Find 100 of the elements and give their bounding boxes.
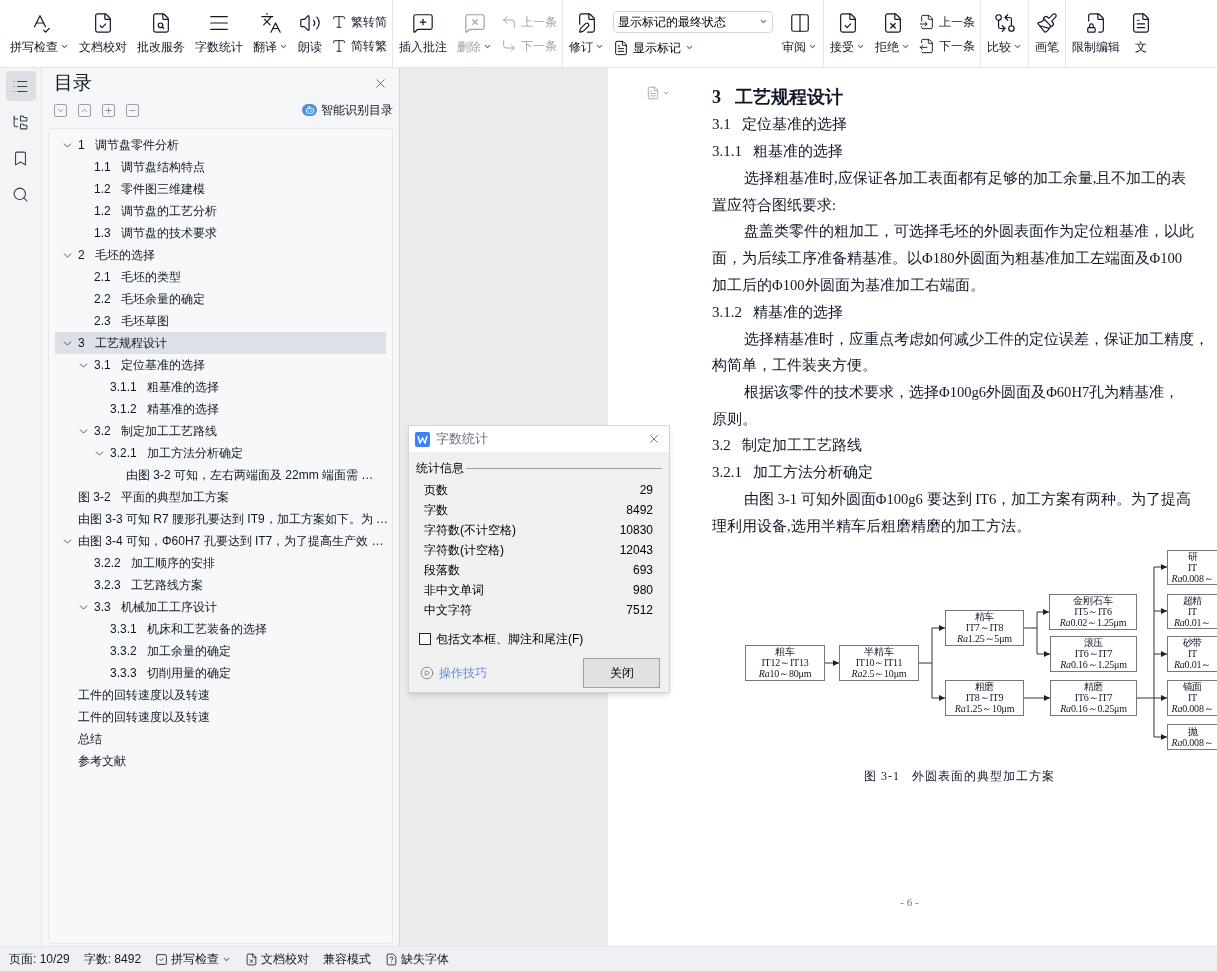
toc-item[interactable]: 1 调节盘零件分析 (55, 134, 386, 156)
toc-item[interactable]: 1.2 零件图三维建模 (55, 178, 386, 200)
toolbar-button[interactable]: 比较 (982, 4, 1027, 63)
toc-item[interactable]: 总结 (55, 728, 386, 750)
toolbar-button[interactable]: 画笔 (1030, 4, 1064, 63)
toc-item[interactable]: 3.3.1 机床和工艺装备的选择 (55, 618, 386, 640)
toc-item[interactable]: 1.2 调节盘的工艺分析 (55, 200, 386, 222)
dialog-title: 字数统计 (436, 430, 488, 448)
checkbox-icon (155, 952, 169, 966)
toc-item[interactable]: 3.3.2 加工余量的确定 (55, 640, 386, 662)
toolbar-button[interactable]: 拒绝 (870, 4, 915, 63)
panel-icon (788, 11, 811, 34)
toc-item[interactable]: 3.2.3 工艺路线方案 (55, 574, 386, 596)
process-box: 粗车 IT12～IT13 Ra10～80μm (745, 644, 825, 681)
status-button[interactable]: 拼写检查 (155, 950, 232, 968)
status-button[interactable]: 缺失字体 (385, 950, 450, 968)
document-icon[interactable] (646, 86, 660, 100)
toolbar-button[interactable]: 文档校对 (74, 4, 132, 63)
caret-icon (685, 43, 694, 52)
panel-title: 目录 (54, 70, 92, 95)
toc-item[interactable]: 3.3.3 切削用量的确定 (55, 662, 386, 684)
toc-item[interactable]: 3.1.1 粗基准的选择 (55, 376, 386, 398)
caret-icon (856, 42, 865, 51)
toolbar-button[interactable]: 字数统计 (190, 4, 248, 63)
document-lock-icon (1085, 11, 1107, 34)
toc-item[interactable]: 2 毛坯的选择 (55, 244, 386, 266)
comment-delete-icon (463, 11, 486, 34)
toc-item[interactable]: 3.2 制定加工工艺路线 (55, 420, 386, 442)
toc-item[interactable]: 2.1 毛坯的类型 (55, 266, 386, 288)
sidebar-tab[interactable] (5, 71, 36, 101)
status-button[interactable]: 文档校对 (245, 950, 310, 968)
toc-tool-button[interactable] (102, 103, 115, 117)
toc-item[interactable]: 3.1.2 精基准的选择 (55, 398, 386, 420)
status-text: 页面: 10/29 (9, 951, 70, 968)
include-checkbox[interactable]: 包括文本框、脚注和尾注(F) (409, 630, 669, 648)
process-box: 超精 IT Ra0.01～ (1167, 593, 1217, 629)
toolbar-button[interactable]: 文 (1125, 4, 1157, 63)
stat-label: 页数 (424, 482, 448, 499)
toc-item[interactable]: 2.2 毛坯余量的确定 (55, 288, 386, 310)
document-icon (1130, 11, 1152, 34)
caret-icon (1013, 42, 1022, 51)
caret-icon[interactable] (662, 89, 670, 97)
toolbar-button[interactable]: 翻译 (248, 4, 293, 63)
stat-value: 29 (639, 482, 653, 499)
toolbar-button[interactable]: 朗读 (293, 4, 327, 63)
toolbar-button[interactable]: 拼写检查 (5, 4, 74, 63)
toolbar-button[interactable]: 简转繁 (331, 36, 387, 55)
toolbar-button[interactable]: 繁转简 (331, 12, 387, 31)
toc-item[interactable]: 3.2.1 加工方法分析确定 (55, 442, 386, 464)
figure-caption: 图 3-1 外圆表面的典型加工方案 (864, 767, 1055, 785)
toc-item[interactable]: 3 工艺规程设计 (55, 332, 386, 354)
toolbar-button[interactable]: 修订 (564, 4, 609, 63)
toolbar-button[interactable]: 显示标记 (613, 38, 773, 57)
caret-icon (279, 42, 288, 51)
toc-item[interactable]: 参考文献 (55, 750, 386, 772)
toolbar-button[interactable]: 批改服务 (132, 4, 190, 63)
app-logo-icon (415, 431, 430, 447)
toc-item[interactable]: 1.3 调节盘的技术要求 (55, 222, 386, 244)
toc-item[interactable]: 由图 3-4 可知，Φ60H7 孔要达到 IT7，为了提高生产效 … (55, 530, 386, 552)
toc-item[interactable]: 2.3 毛坯草图 (55, 310, 386, 332)
stat-value: 12043 (619, 542, 653, 559)
document-check-icon (92, 11, 114, 34)
heading: 3.2 制定加工工艺路线 (712, 436, 863, 456)
toc-tool-button[interactable] (54, 103, 67, 117)
text-icon (331, 13, 347, 30)
play-icon (420, 666, 434, 680)
toolbar-button[interactable]: 下一条 (919, 36, 975, 55)
process-box: 研 IT Ra0.008～ (1167, 549, 1217, 585)
toc-tool-button[interactable] (78, 103, 91, 117)
smart-toc-button[interactable]: 智能识别目录 (302, 101, 393, 119)
toc-item[interactable]: 3.3 机械加工工序设计 (55, 596, 386, 618)
paintbrush-icon (1036, 11, 1058, 34)
toc-item[interactable]: 3.1 定位基准的选择 (55, 354, 386, 376)
toc-item[interactable]: 由图 3-2 可知，左右两端面及 22mm 端面需 … (55, 464, 386, 486)
process-box: 精磨 IT6～IT7 Ra0.16～0.25μm (1050, 679, 1137, 716)
document-icon (613, 39, 629, 56)
close-button[interactable]: 关闭 (583, 658, 660, 688)
translate-icon (259, 11, 282, 34)
close-icon[interactable] (647, 432, 661, 446)
caret-icon (759, 17, 768, 26)
toolbar-button[interactable]: 接受 (825, 4, 870, 63)
arrow-icon (501, 37, 517, 54)
toc-item[interactable]: 1.1 调节盘结构特点 (55, 156, 386, 178)
caret-icon (808, 42, 817, 51)
process-box: 滚压 IT6～IT7 Ra0.16～1.25μm (1050, 635, 1137, 672)
toc-tool-button[interactable] (126, 103, 139, 117)
stat-label: 段落数 (424, 562, 460, 579)
toc-item[interactable]: 图 3-2 平面的典型加工方案 (55, 486, 386, 508)
toolbar-button[interactable]: 审阅 (777, 4, 822, 63)
toc-item[interactable]: 工件的回转速度以及转速 (55, 706, 386, 728)
toc-item[interactable]: 3.2.2 加工顺序的安排 (55, 552, 386, 574)
view-select[interactable]: 显示标记的最终状态 (613, 10, 773, 33)
stat-label: 非中文单词 (424, 582, 484, 599)
toc-item[interactable]: 由图 3-3 可知 R7 腰形孔要达到 IT9，加工方案如下。为 … (55, 508, 386, 530)
toolbar-button[interactable]: 插入批注 (394, 4, 452, 63)
search-icon (12, 185, 29, 203)
toc-item[interactable]: 工件的回转速度以及转速 (55, 684, 386, 706)
toolbar-button[interactable]: 上一条 (919, 12, 975, 31)
toolbar-button[interactable]: 限制编辑 (1067, 4, 1125, 63)
process-box: 半精车 IT10～IT11 Ra2.5～10μm (839, 644, 919, 681)
